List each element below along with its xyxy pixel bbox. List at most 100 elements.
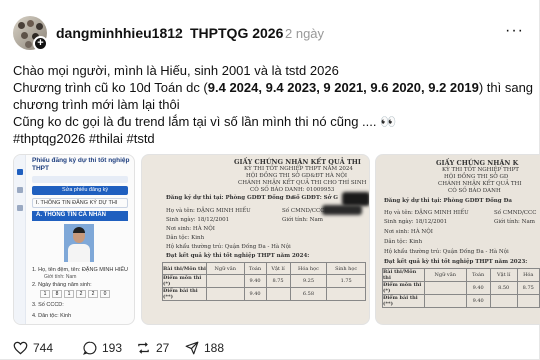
post-hashtags[interactable]: #thptqg2026 #thilai #tstd	[13, 130, 533, 147]
cert-result-title: Đạt kết quả kỳ thi tốt nghiệp THPT năm 2…	[166, 253, 310, 259]
cert-birthplace: Nơi sinh: HÀ NỘI	[166, 226, 215, 232]
repost-button[interactable]: 27	[136, 341, 169, 355]
table-cell: 1.75	[326, 274, 366, 288]
col-header: Sinh học	[326, 262, 366, 275]
section-dropdown[interactable]: I. THÔNG TIN ĐĂNG KÝ DỰ THI	[32, 198, 128, 208]
community-name[interactable]: THPTQG 2026	[190, 25, 283, 41]
table-cell: Điểm bài thi (**)	[162, 287, 207, 301]
repost-count: 27	[156, 341, 170, 355]
col-header: Vật lí	[489, 268, 518, 282]
like-count: 744	[33, 341, 54, 355]
cert-line-4: CÓ SỐ BÁO DANH: 01009953	[250, 187, 335, 193]
cert-line-1: KỲ THI TỐT NGHIỆP THPT	[442, 167, 519, 173]
col-header: Hóa	[516, 268, 540, 282]
col-header: Bài thi/Môn thi	[162, 262, 207, 275]
table-cell: 9.40	[243, 287, 267, 301]
table-cell	[206, 287, 245, 301]
table-cell: Điểm môn thi (*)	[162, 274, 207, 288]
cert-title: GIẤY CHỨNG NHẬN KẾT QUẢ THI	[234, 158, 361, 166]
table-cell: 8.75	[265, 274, 291, 288]
cert-registration: Đăng ký dự thi tại: Phòng GDĐT Đống Đa	[166, 195, 294, 201]
col-header: Ngữ văn	[424, 268, 467, 282]
share-count: 188	[204, 341, 225, 355]
like-button[interactable]: 744	[13, 341, 53, 355]
col-header: Bài thi/Môn thi	[382, 268, 425, 282]
cert-line-3: CHÁNH NHẬN KẾT QUẢ THI CHO THÍ SINH	[238, 180, 367, 186]
digit-box: 1	[40, 290, 50, 298]
digit-box: 8	[52, 290, 62, 298]
table-cell: Điểm bài thi (**)	[382, 294, 425, 308]
cert-address: Hộ khẩu thường trú: Quận Đống Đa - Hà Nộ…	[384, 249, 509, 255]
table-cell	[265, 287, 291, 301]
cert-dob: Sinh ngày: 18/12/2001	[384, 219, 448, 225]
image-certificate-2023[interactable]: GIẤY CHỨNG NHẬN K KỲ THI TỐT NGHIỆP THPT…	[375, 154, 540, 325]
post-line-2: Chương trình cũ ko 10d Toán dc (9.4 2024…	[13, 79, 533, 96]
more-options-icon[interactable]: ···	[505, 22, 524, 40]
cert-birthplace: Nơi sinh: HÀ NỘI	[384, 229, 433, 235]
personal-info-label: A. THÔNG TIN CÁ NHÂN	[36, 212, 106, 218]
repost-icon	[138, 342, 149, 354]
home-icon	[17, 169, 23, 175]
edit-registration-button[interactable]: Sửa phiếu đăng ký	[32, 186, 128, 195]
cert-line-3: CHÁNH NHẬN KẾT QUẢ THI	[438, 181, 522, 187]
comment-button[interactable]: 193	[83, 341, 122, 355]
field-gender: Giới tính: Nam	[44, 274, 77, 280]
cert-dob: Sinh ngày: 18/12/2001	[166, 217, 230, 223]
share-icon	[185, 341, 199, 355]
cert-line-2: HỘI ĐỒNG THI SỞ GD&ĐT HÀ NỘI	[246, 173, 348, 179]
field-ethnic: 4. Dân tộc: Kinh	[32, 313, 72, 319]
redacted-block	[342, 192, 369, 206]
digit-box: 0	[100, 290, 110, 298]
username[interactable]: dangminhhieu1812	[56, 25, 183, 41]
cert-title: GIẤY CHỨNG NHẬN K	[436, 159, 519, 167]
image-registration-form[interactable]: Phiếu đăng ký dự thi tốt nghiệp THPT Sửa…	[13, 154, 135, 325]
cert-score-table: Bài thi/Môn thi Ngữ văn Toán Vật lí Hóa …	[382, 268, 540, 308]
col-header: Toán	[243, 262, 267, 275]
digit-box: 2	[88, 290, 98, 298]
cert-line-1: KỲ THI TỐT NGHIỆP THPT NĂM 2024	[244, 166, 353, 172]
col-header: Vật lí	[265, 262, 291, 275]
form-sidebar	[14, 155, 26, 324]
field-id: 3. Số CCCD:	[32, 302, 64, 308]
document-icon	[17, 205, 23, 211]
share-button[interactable]: 188	[185, 341, 224, 355]
cert-id: Số CMND/CCC	[494, 210, 537, 216]
cert-result-title: Đạt kết quả kỳ thi tốt nghiệp THPT năm 2…	[384, 259, 528, 265]
cert-gender: Giới tính: Nam	[282, 217, 323, 223]
post-line-2-start: Chương trình cũ ko 10d Toán dc (	[13, 80, 208, 95]
table-cell	[516, 294, 540, 308]
cert-name: Họ và tên: ĐẶNG MINH HIẾU	[384, 210, 469, 216]
table-cell	[489, 294, 518, 308]
chevron-right-icon: ›	[176, 25, 181, 41]
cert-score-table: Bài thi/Môn thi Ngữ văn Toán Vật lí Hóa …	[162, 262, 366, 301]
cert-registration: Đăng ký dự thi tại: Phòng GDĐT Đống Đa	[384, 198, 512, 204]
field-fullname: 1. Họ, tên đệm, tên: ĐẶNG MINH HIẾU	[32, 267, 128, 273]
field-dob: 2. Ngày tháng năm sinh:	[32, 282, 92, 288]
post-actions: 744 193 27 188	[0, 341, 540, 359]
col-header: Hóa học	[289, 262, 328, 275]
student-photo	[64, 224, 94, 262]
image-certificate-2024[interactable]: GIẤY CHỨNG NHẬN KẾT QUẢ THI KỲ THI TỐT N…	[141, 154, 370, 325]
form-title: Phiếu đăng ký dự thi tốt nghiệp THPT	[32, 157, 130, 172]
digit-box: 2	[76, 290, 86, 298]
table-cell	[326, 287, 366, 301]
post-time: 2 ngày	[285, 26, 325, 41]
cert-ethnic: Dân tộc: Kinh	[384, 239, 423, 245]
table-cell: 8.75	[516, 281, 540, 295]
table-cell: 6.58	[289, 287, 328, 301]
follow-plus-icon[interactable]: +	[33, 36, 48, 51]
personal-info-header: A. THÔNG TIN CÁ NHÂN	[32, 211, 128, 221]
cert-name: Họ và tên: ĐẶNG MINH HIẾU	[166, 208, 251, 214]
form-link-bar	[32, 176, 128, 183]
cert-line-2: HỘI ĐỒNG THI SỞ GD	[444, 174, 509, 180]
table-cell: 8.50	[489, 281, 518, 295]
section-label: I. THÔNG TIN ĐĂNG KÝ DỰ THI	[36, 200, 118, 206]
edit-registration-label: Sửa phiếu đăng ký	[62, 187, 109, 193]
table-cell: 9.40	[465, 281, 491, 295]
cert-address: Hộ khẩu thường trú: Quận Đống Đa - Hà Nộ…	[166, 244, 291, 250]
post-line-1: Chào mọi người, mình là Hiếu, sinh 2001 …	[13, 63, 339, 78]
post-body: Chào mọi người, mình là Hiếu, sinh 2001 …	[13, 62, 533, 147]
col-header: Toán	[465, 268, 491, 282]
table-cell: 9.40	[243, 274, 267, 288]
dob-digit-boxes: 1 8 1 2 2 0	[40, 290, 110, 298]
